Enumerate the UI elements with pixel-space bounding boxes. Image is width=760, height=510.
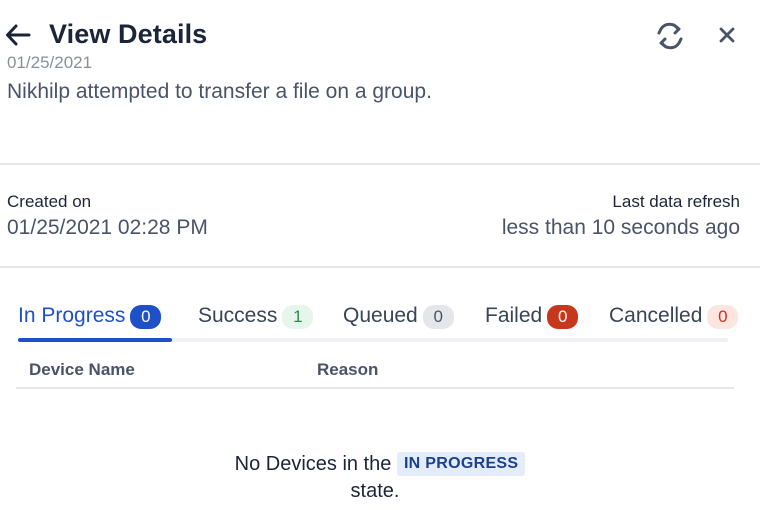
- tab-label: In Progress: [18, 304, 126, 327]
- count-badge: 1: [282, 305, 314, 329]
- close-button[interactable]: [717, 25, 737, 45]
- last-refresh-label: Last data refresh: [612, 192, 740, 211]
- empty-state-prefix: No Devices in the: [234, 453, 392, 475]
- back-button[interactable]: [5, 22, 31, 48]
- count-badge: 0: [422, 305, 454, 329]
- event-description: Nikhilp attempted to transfer a file on …: [7, 80, 432, 103]
- page-title: View Details: [49, 19, 208, 49]
- tab-failed[interactable]: Failed 0: [485, 300, 579, 338]
- last-refresh-value: less than 10 seconds ago: [501, 216, 740, 239]
- arrow-left-icon: [6, 24, 31, 46]
- header: View Details: [0, 0, 760, 60]
- empty-state-suffix: state.: [350, 480, 400, 502]
- refresh-icon: [657, 22, 683, 50]
- close-icon: [719, 27, 735, 43]
- status-chip: IN PROGRESS: [396, 452, 526, 476]
- status-tabs: In Progress 0 Success 1 Queued 0 Failed …: [18, 300, 739, 342]
- event-date: 01/25/2021: [7, 53, 93, 72]
- tab-label: Failed: [485, 304, 543, 327]
- divider: [0, 163, 760, 165]
- column-header-device-name[interactable]: Device Name: [29, 360, 135, 380]
- tab-queued[interactable]: Queued 0: [343, 300, 454, 338]
- empty-state-message: No Devices in the IN PROGRESS: [0, 448, 760, 481]
- count-badge: 0: [707, 305, 739, 329]
- tab-cancelled[interactable]: Cancelled 0: [609, 300, 739, 338]
- refresh-button[interactable]: [654, 21, 686, 51]
- divider: [0, 266, 760, 268]
- tab-label: Queued: [343, 304, 418, 327]
- tab-in-progress[interactable]: In Progress 0: [18, 300, 172, 342]
- active-tab-indicator: [18, 338, 172, 342]
- tab-success[interactable]: Success 1: [198, 300, 314, 338]
- created-on-value: 01/25/2021 02:28 PM: [7, 216, 208, 239]
- table-header: Device Name Reason: [16, 352, 734, 389]
- count-badge: 0: [130, 305, 162, 329]
- column-header-reason[interactable]: Reason: [317, 360, 378, 380]
- tab-label: Cancelled: [609, 304, 703, 327]
- created-on-label: Created on: [7, 192, 92, 211]
- count-badge: 0: [547, 305, 579, 329]
- tab-label: Success: [198, 304, 278, 327]
